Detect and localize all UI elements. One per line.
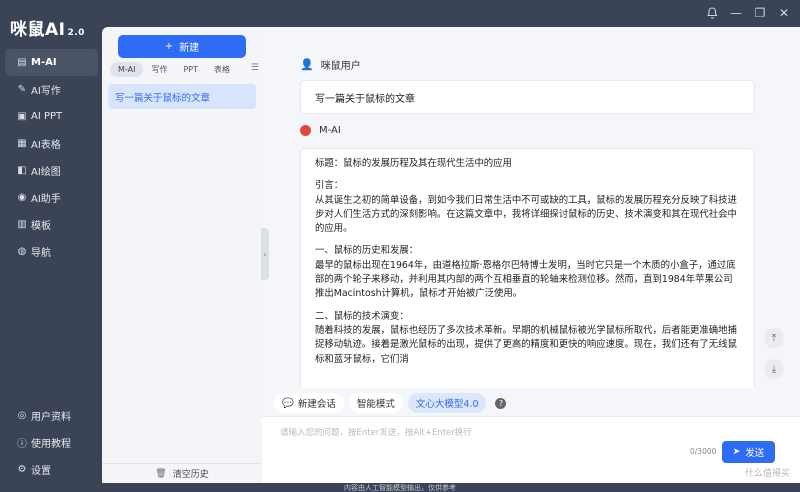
collapse-panel-handle[interactable]: ‹ [261,228,269,280]
model-chip[interactable]: 文心大模型4.0 [407,393,487,413]
tab-writing[interactable]: 写作 [143,62,175,77]
new-chat-button[interactable]: + 新建 [118,35,246,58]
gear-icon: ⚙ [17,464,27,475]
ai-paragraph: 一、鼠标的历史和发展： 最早的鼠标出现在1964年，由道格拉斯·恩格尔巴特博士发… [315,245,736,300]
smart-mode-chip[interactable]: 智能模式 [348,393,403,413]
help-icon: ⓘ [17,439,27,450]
chat-input[interactable] [280,426,680,446]
user-label: 👤 咪鼠用户 [300,58,361,72]
user-message: 写一篇关于鼠标的文章 [300,80,755,114]
history-tabs: M-AI 写作 PPT 表格 ☰ [110,62,262,77]
nav-item-m-ai[interactable]: ▤ M-AI [5,49,98,76]
clear-history-button[interactable]: 🗑 清空历史 [102,463,262,483]
send-button[interactable]: ➤ 发送 [722,441,775,463]
compass-icon: ◍ [17,246,27,257]
nav-item-ai-paint[interactable]: ◧ AI绘图 [5,157,98,184]
question-icon[interactable]: ? [495,397,507,409]
tab-sheet[interactable]: 表格 [206,62,238,77]
watermark: 什么值得买 [744,469,790,479]
app-logo: 咪鼠AI 2.0 [10,20,85,40]
arrow-down-icon: ⤓ [771,363,777,375]
chat-icon: ▤ [17,57,27,68]
bell-icon[interactable] [700,2,724,24]
history-panel: + 新建 M-AI 写作 PPT 表格 ☰ 写一篇关于鼠标的文章 🗑 清空历史 [102,27,262,483]
nav-item-templates[interactable]: ▥ 模板 [5,211,98,238]
nav-item-ai-ppt[interactable]: ▣ AI PPT [5,103,98,130]
sidebar-nav: ▤ M-AI ✎ AI写作 ▣ AI PPT ▦ AI表格 ◧ AI绘图 ◉ AI助手 ▥ 模… [0,49,102,265]
input-area: 0/3000 ➤发送 [262,416,800,483]
ai-paragraph: 引言： 从其诞生之初的简单设备，到如今我们日常生活中不可或缺的工具，鼠标的发展历… [315,180,737,235]
template-icon: ▥ [17,219,27,230]
footer-disclaimer: 内容由人工智能模型输出，仅供参考 [344,483,456,492]
scroll-top-button[interactable]: ⤒ [764,328,784,348]
nav-item-tutorial[interactable]: ⓘ 使用教程 [5,429,98,456]
send-icon: ➤ [732,447,741,457]
ai-message: 标题：鼠标的发展历程及其在现代生活中的应用 引言： 从其诞生之初的简单设备，到如… [300,148,755,388]
ai-avatar-icon [300,125,311,136]
ai-paragraph: 标题：鼠标的发展历程及其在现代生活中的应用 [315,158,512,169]
char-counter: 0/3000 [690,447,717,456]
menu-icon[interactable]: ☰ [251,63,259,73]
new-session-chip[interactable]: 💬 新建会话 [274,393,344,413]
paint-icon: ◧ [17,165,27,176]
minimize-button[interactable]: — [724,2,748,24]
tab-ppt[interactable]: PPT [175,62,206,77]
restore-button[interactable]: ❐ [748,2,772,24]
close-button[interactable]: ✕ [772,2,796,24]
nav-item-ai-writing[interactable]: ✎ AI写作 [5,76,98,103]
nav-item-ai-sheet[interactable]: ▦ AI表格 [5,130,98,157]
scroll-bottom-button[interactable]: ⤓ [764,359,784,379]
chat-bubble-icon: 💬 [282,397,294,409]
user-icon: 👤 [300,58,314,71]
ai-label: M-AI [300,125,341,136]
app-window: — ❐ ✕ 咪鼠AI 2.0 ▤ M-AI ✎ AI写作 ▣ AI PPT ▦ AI表格 … [0,0,800,492]
tab-m-ai[interactable]: M-AI [110,62,144,77]
trash-icon: 🗑 [155,468,167,479]
nav-item-navigation[interactable]: ◍ 导航 [5,238,98,265]
write-icon: ✎ [17,84,27,95]
title-bar: — ❐ ✕ [0,0,800,27]
assistant-icon: ◉ [17,192,27,203]
nav-item-ai-assistant[interactable]: ◉ AI助手 [5,184,98,211]
chat-area: 👤 咪鼠用户 写一篇关于鼠标的文章 M-AI 标题：鼠标的发展历程及其在现代生活中… [262,27,800,483]
chat-toolbar: 💬 新建会话 智能模式 文心大模型4.0 ? [274,393,507,413]
arrow-up-icon: ⤒ [771,332,777,344]
user-icon: ◎ [17,410,27,421]
ai-paragraph: 二、鼠标的技术演变： 随着科技的发展，鼠标也经历了多次技术革新。早期的机械鼠标被… [315,310,737,365]
sidebar-bottom: ◎ 用户资料 ⓘ 使用教程 ⚙ 设置 [0,402,102,483]
plus-icon: + [164,41,174,52]
nav-item-settings[interactable]: ⚙ 设置 [5,456,98,483]
ppt-icon: ▣ [17,111,27,122]
nav-item-user-profile[interactable]: ◎ 用户资料 [5,402,98,429]
history-item[interactable]: 写一篇关于鼠标的文章 [108,84,256,109]
sheet-icon: ▦ [17,138,27,149]
